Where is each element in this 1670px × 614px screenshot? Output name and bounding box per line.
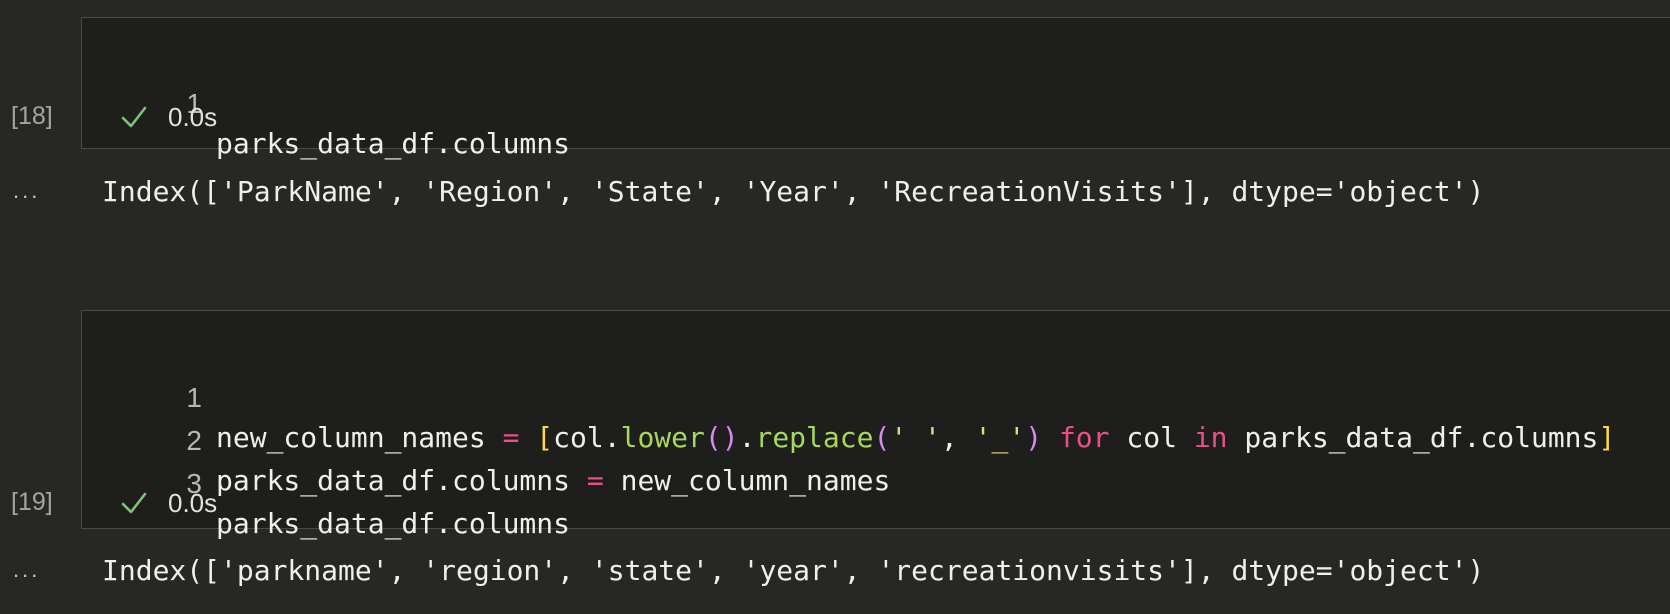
more-icon[interactable]: ... (13, 552, 40, 588)
code-line[interactable]: 2 parks_data_df.columns = new_column_nam… (82, 381, 1670, 497)
check-icon (121, 492, 147, 514)
code-token: = (586, 464, 604, 497)
execution-status: 0.0s (120, 99, 217, 135)
code-text: parks_data_df.columns = new_column_names (216, 461, 890, 501)
code-cell[interactable]: 1 new_column_names = [col.lower().replac… (81, 310, 1670, 540)
cell-output: Index(['ParkName', 'Region', 'State', 'Y… (102, 175, 1485, 208)
check-icon (121, 106, 147, 128)
code-token: parks_data_df.columns (216, 127, 571, 160)
execution-count: [19] (11, 488, 53, 516)
code-token: new_column_names (603, 464, 891, 497)
code-text: parks_data_df.columns (216, 504, 570, 544)
code-cell[interactable]: 1 parks_data_df.columns 0.0s (81, 17, 1670, 160)
more-icon[interactable]: ... (13, 173, 40, 209)
code-line[interactable]: 3 parks_data_df.columns (82, 424, 1670, 540)
execution-time: 0.0s (168, 102, 218, 132)
code-token: parks_data_df.columns (216, 464, 587, 497)
code-text: parks_data_df.columns (216, 124, 570, 164)
code-line[interactable]: 1 parks_data_df.columns (82, 44, 1670, 160)
cell-output: Index(['parkname', 'region', 'state', 'y… (102, 554, 1485, 587)
execution-count: [18] (11, 102, 53, 130)
code-token: parks_data_df.columns (216, 507, 571, 540)
execution-time: 0.0s (168, 488, 218, 518)
code-line[interactable]: 1 new_column_names = [col.lower().replac… (82, 338, 1670, 454)
execution-status: 0.0s (120, 485, 217, 521)
